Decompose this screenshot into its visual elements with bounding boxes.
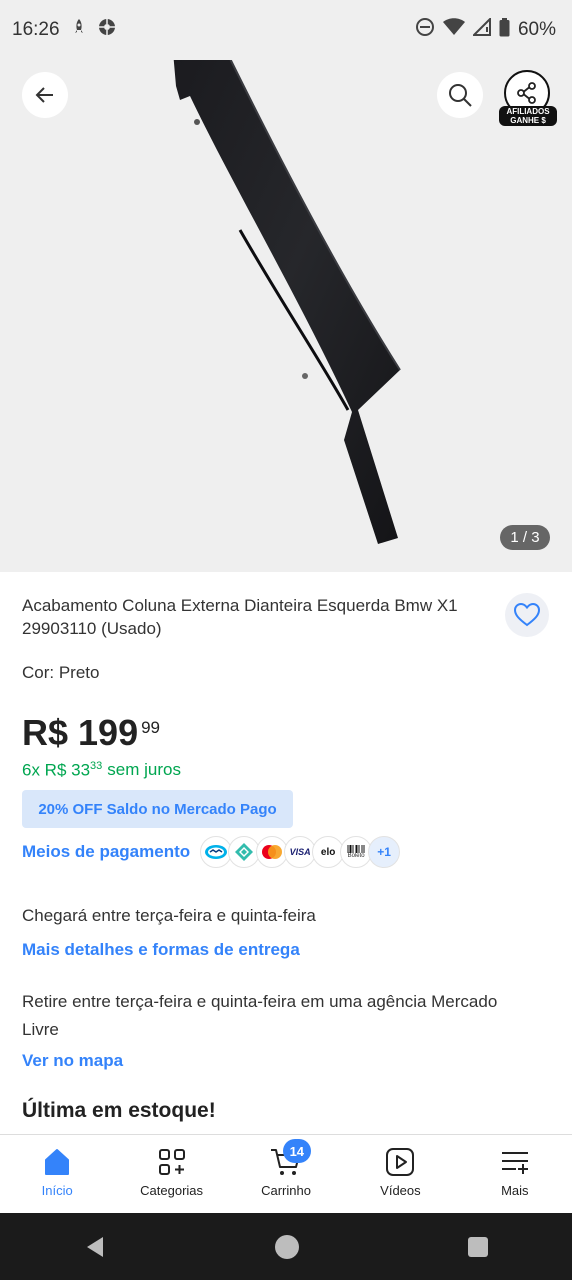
search-button[interactable] [437,72,483,118]
system-navigation-bar [0,1213,572,1280]
shipping-estimate: Chegará entre terça-feira e quinta-feira [22,906,316,925]
price: R$ 199 99 [22,712,160,754]
signal-icon [471,16,491,42]
notification-rocket-icon [72,18,86,42]
affiliate-badge-line2: GANHE $ [510,116,546,125]
video-icon [386,1148,415,1176]
price-cents: 99 [141,718,161,737]
payment-methods-row[interactable]: Meios de pagamento VISA elo Boleto +1 [22,836,401,868]
nav-item-more[interactable]: Mais [458,1135,572,1213]
status-bar: 16:26 60% [0,0,572,60]
boleto-text: Boleto [347,853,365,859]
search-icon [449,84,472,107]
stock-status: Última em estoque! [22,1099,216,1122]
favorite-button[interactable] [505,593,549,637]
battery-icon [499,17,510,43]
wifi-icon [442,18,465,42]
share-icon [517,82,536,104]
bottom-navigation: Início Categorias 14 Carrinho Vídeos Mai… [0,1134,572,1213]
system-recents-icon[interactable] [467,1236,489,1258]
payment-icons: VISA elo Boleto +1 [200,836,401,868]
nav-label-cart: Carrinho [261,1183,311,1198]
affiliate-badge-line1: AFILIADOS [506,107,550,116]
installments-cents: 33 [90,760,103,772]
installments: 6x R$ 3333 sem juros [22,760,181,781]
promo-badge[interactable]: 20% OFF Saldo no Mercado Pago [22,790,293,828]
system-back-icon[interactable] [83,1235,107,1259]
view-map-link[interactable]: Ver no mapa [22,1051,123,1071]
product-image [172,25,401,544]
affiliate-share-button[interactable]: AFILIADOS GANHE $ [499,70,557,128]
status-time: 16:26 [12,19,60,40]
arrow-left-icon [35,87,53,103]
nav-label-more: Mais [501,1183,529,1198]
nav-item-categories[interactable]: Categorias [114,1135,228,1213]
affiliate-badge: AFILIADOS GANHE $ [499,106,557,126]
home-icon [45,1149,70,1175]
installments-amount: 6x R$ 33 [22,760,91,780]
nav-label-videos: Vídeos [380,1183,421,1198]
heart-icon [514,603,540,627]
image-counter: 1 / 3 [500,525,550,550]
visa-text: VISA [289,847,311,857]
pickup-estimate: Retire entre terça-feira e quinta-feira … [22,992,498,1039]
menu-icon [501,1152,528,1174]
cart-badge: 14 [282,1139,311,1163]
system-home-icon[interactable] [274,1234,300,1260]
notification-ball-icon [98,18,116,42]
product-color: Cor: Preto [22,663,100,682]
dnd-icon [415,17,435,43]
more-payment-methods[interactable]: +1 [368,836,401,868]
price-main: R$ 199 [22,712,139,753]
categories-icon [158,1149,185,1175]
shipping-details-link[interactable]: Mais detalhes e formas de entrega [22,940,300,960]
nav-label-categories: Categorias [140,1183,204,1198]
nav-item-home[interactable]: Início [0,1135,114,1213]
nav-label-home: Início [41,1183,73,1198]
nav-item-cart[interactable]: 14 Carrinho [229,1135,343,1213]
battery-percent: 60% [517,19,556,40]
installments-suffix: sem juros [107,760,181,779]
product-image-gallery[interactable]: AFILIADOS GANHE $ 1 / 3 [0,0,572,572]
product-title: Acabamento Coluna Externa Dianteira Esqu… [22,596,458,638]
elo-text: elo [320,846,336,858]
nav-item-videos[interactable]: Vídeos [343,1135,457,1213]
back-button[interactable] [22,72,68,118]
payment-methods-link[interactable]: Meios de pagamento [22,842,190,862]
